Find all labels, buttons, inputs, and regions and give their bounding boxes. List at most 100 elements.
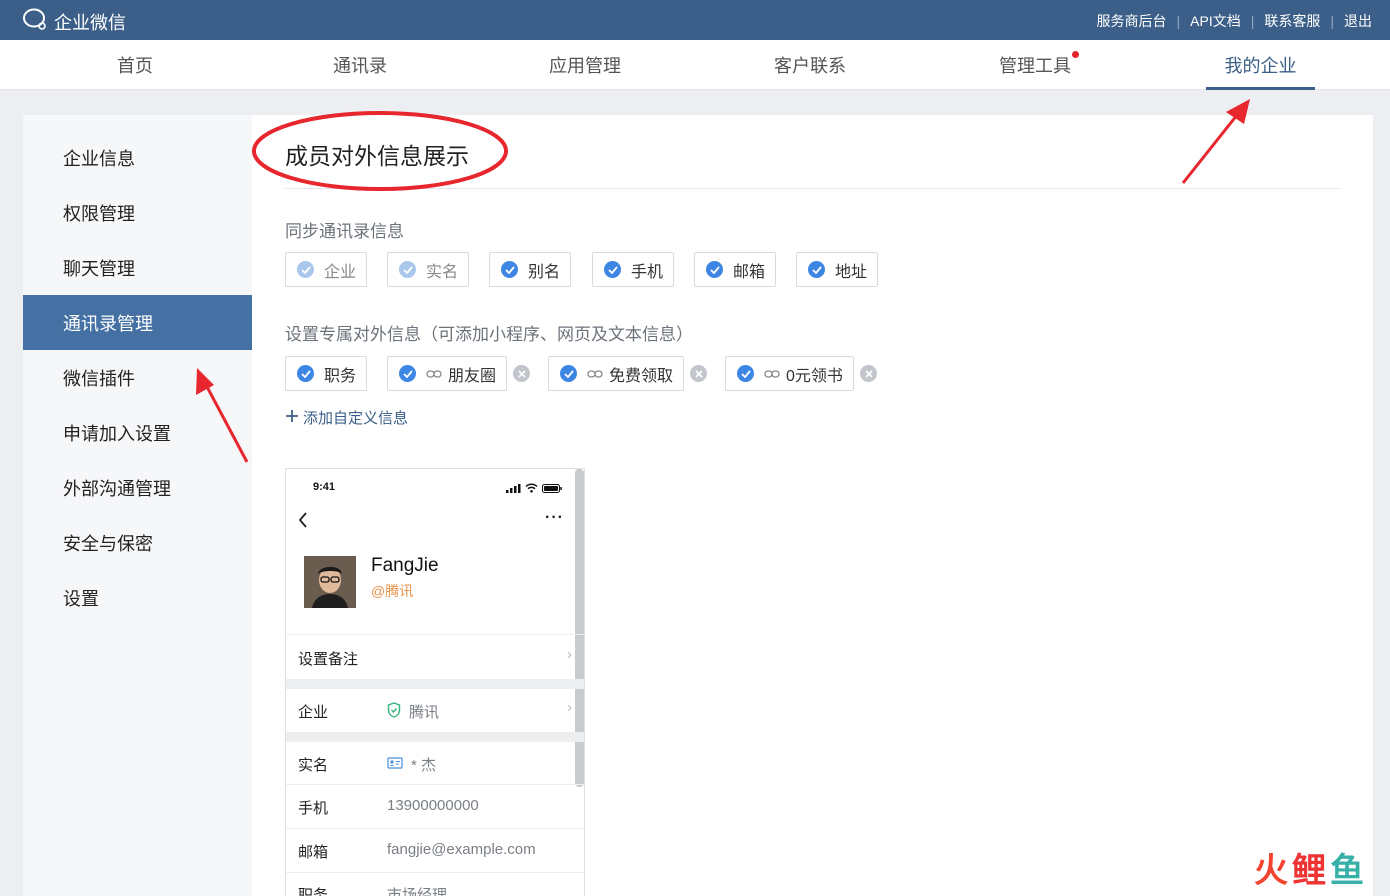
divider: | xyxy=(1330,13,1334,29)
info-row-mobile: 手机 13900000000 xyxy=(286,784,584,828)
api-docs-link[interactable]: API文档 xyxy=(1190,11,1241,31)
chip-label: 实名 xyxy=(426,263,459,281)
tab-home[interactable]: 首页 xyxy=(85,40,185,90)
wecom-logo-icon xyxy=(22,7,48,36)
check-icon xyxy=(501,261,518,278)
link-icon xyxy=(426,369,442,379)
sidebar-item-security[interactable]: 安全与保密 xyxy=(23,515,252,570)
verified-shield-icon xyxy=(387,701,401,722)
row-value-text: * 杰 xyxy=(411,757,437,774)
sidebar-item-permissions[interactable]: 权限管理 xyxy=(23,185,252,240)
check-icon xyxy=(808,261,825,278)
check-icon xyxy=(560,365,577,382)
more-icon[interactable]: ··· xyxy=(545,509,564,527)
custom-section-label: 设置专属对外信息（可添加小程序、网页及文本信息） xyxy=(285,325,693,344)
sidebar-item-chat-management[interactable]: 聊天管理 xyxy=(23,240,252,295)
chip-label: 别名 xyxy=(528,263,561,281)
sidebar-item-settings[interactable]: 设置 xyxy=(23,570,252,625)
check-icon xyxy=(737,365,754,382)
check-icon xyxy=(706,261,723,278)
wifi-icon xyxy=(525,480,538,498)
avatar xyxy=(304,556,356,608)
chip-label: 0元领书 xyxy=(786,367,843,385)
sidebar-item-contacts-management[interactable]: 通讯录管理 xyxy=(23,295,252,350)
set-remark-label: 设置备注 xyxy=(298,651,359,668)
check-icon xyxy=(604,261,621,278)
divider: | xyxy=(1250,13,1255,29)
chevron-right-icon: › xyxy=(567,646,572,663)
info-row-enterprise[interactable]: 企业 腾讯 › xyxy=(286,688,584,732)
profile-preview-phone: 9:41 ··· FangJie @腾讯 设置备注 › 企业 腾讯 › 实名 *… xyxy=(285,468,585,896)
sync-chip-alias[interactable]: 别名 xyxy=(489,252,572,287)
logout-link[interactable]: 退出 xyxy=(1344,11,1372,31)
info-row-position: 职务 市场经理 xyxy=(286,872,584,896)
logo[interactable]: 企业微信 xyxy=(22,7,126,36)
row-label: 职务 xyxy=(298,887,329,896)
main-nav: 首页 通讯录 应用管理 客户联系 管理工具 我的企业 xyxy=(0,40,1390,90)
divider: | xyxy=(1176,13,1181,29)
sync-chip-real-name: 实名 xyxy=(387,252,470,287)
link-icon xyxy=(764,369,780,379)
notification-dot xyxy=(1072,51,1079,58)
watermark-char: 鲤 xyxy=(1292,852,1326,890)
app-name: 企业微信 xyxy=(54,12,126,33)
remove-moments-icon[interactable] xyxy=(513,365,530,382)
chip-label: 企业 xyxy=(324,263,357,281)
divider xyxy=(285,188,1341,189)
sidebar-item-external-communication[interactable]: 外部沟通管理 xyxy=(23,460,252,515)
chip-label: 免费领取 xyxy=(609,367,674,385)
back-chevron-icon[interactable] xyxy=(298,512,308,533)
sidebar: 企业信息 权限管理 聊天管理 通讯录管理 微信插件 申请加入设置 外部沟通管理 … xyxy=(23,115,252,896)
custom-chip-free-claim[interactable]: 免费领取 xyxy=(548,356,685,391)
custom-chip-moments[interactable]: 朋友圈 xyxy=(387,356,508,391)
section-gap xyxy=(286,732,584,741)
status-icons xyxy=(506,480,562,498)
row-value: * 杰 xyxy=(387,754,436,775)
check-icon xyxy=(399,365,416,382)
custom-chip-position[interactable]: 职务 xyxy=(285,356,368,391)
link-icon xyxy=(587,369,603,379)
sidebar-item-enterprise-info[interactable]: 企业信息 xyxy=(23,130,252,185)
watermark-char: 火 xyxy=(1254,852,1288,890)
add-custom-info-button[interactable]: 添加自定义信息 xyxy=(285,407,408,428)
row-label: 手机 xyxy=(298,800,329,817)
row-label: 邮箱 xyxy=(298,844,329,861)
profile-name: FangJie xyxy=(371,555,439,576)
sync-chip-email[interactable]: 邮箱 xyxy=(694,252,777,287)
row-value-text: 腾讯 xyxy=(409,704,440,721)
row-label: 实名 xyxy=(298,757,329,774)
row-value: fangjie@example.com xyxy=(387,841,536,858)
add-custom-label: 添加自定义信息 xyxy=(303,410,409,427)
tab-app-management[interactable]: 应用管理 xyxy=(535,40,635,90)
section-gap xyxy=(286,679,584,688)
sync-chip-enterprise: 企业 xyxy=(285,252,368,287)
check-icon xyxy=(297,365,314,382)
sync-chip-address[interactable]: 地址 xyxy=(796,252,879,287)
chevron-right-icon: › xyxy=(567,699,572,716)
row-value: 腾讯 xyxy=(387,701,439,722)
signal-icon xyxy=(506,480,521,498)
sidebar-item-join-settings[interactable]: 申请加入设置 xyxy=(23,405,252,460)
chip-label: 邮箱 xyxy=(733,263,766,281)
top-links: 服务商后台 | API文档 | 联系客服 | 退出 xyxy=(1097,11,1373,31)
main-panel: 企业信息 权限管理 聊天管理 通讯录管理 微信插件 申请加入设置 外部沟通管理 … xyxy=(23,115,1373,896)
tab-contacts[interactable]: 通讯录 xyxy=(310,40,410,90)
watermark-char: 鱼 xyxy=(1330,852,1364,890)
service-provider-link[interactable]: 服务商后台 xyxy=(1097,11,1167,31)
check-icon xyxy=(297,261,314,278)
sync-chip-mobile[interactable]: 手机 xyxy=(592,252,675,287)
info-row-real-name: 实名 * 杰 xyxy=(286,741,584,784)
status-time: 9:41 xyxy=(313,481,336,493)
custom-chip-free-book[interactable]: 0元领书 xyxy=(725,356,854,391)
tab-my-enterprise[interactable]: 我的企业 xyxy=(1206,40,1315,90)
sidebar-item-wechat-plugin[interactable]: 微信插件 xyxy=(23,350,252,405)
remove-free-claim-icon[interactable] xyxy=(690,365,707,382)
tab-management-tools[interactable]: 管理工具 xyxy=(985,40,1085,90)
top-bar: 企业微信 服务商后台 | API文档 | 联系客服 | 退出 xyxy=(0,0,1390,40)
remove-free-book-icon[interactable] xyxy=(860,365,877,382)
set-remark-row[interactable]: 设置备注 › xyxy=(286,634,584,679)
plus-icon xyxy=(285,409,299,427)
contact-support-link[interactable]: 联系客服 xyxy=(1264,11,1320,31)
tab-customer-contact[interactable]: 客户联系 xyxy=(760,40,860,90)
chip-label: 手机 xyxy=(631,263,664,281)
